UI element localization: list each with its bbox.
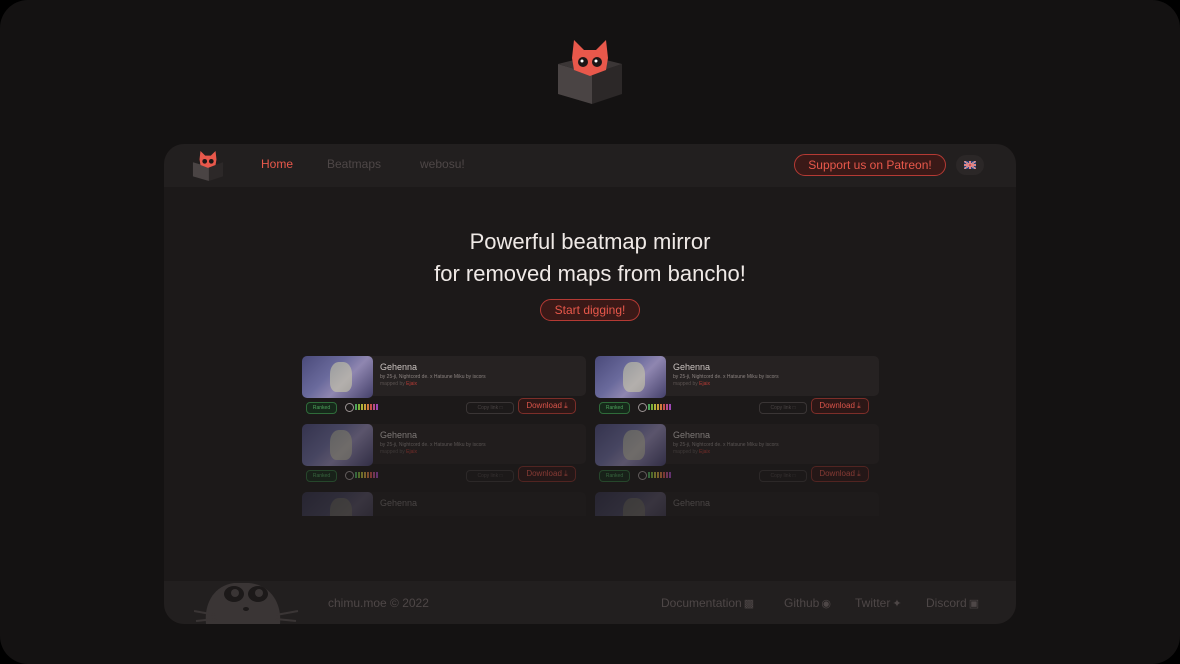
beatmap-title: Gehenna xyxy=(673,498,711,508)
nav-beatmaps[interactable]: Beatmaps xyxy=(327,157,381,171)
beatmap-mapper-line: mapped by Ejaix xyxy=(673,381,710,387)
beatmap-title: Gehenna xyxy=(673,430,711,440)
beatmap-mapper-line: mapped by Ejaix xyxy=(673,449,710,455)
beatmap-title: Gehenna xyxy=(380,362,418,372)
document-icon: ▩ xyxy=(743,598,755,610)
language-button[interactable] xyxy=(956,155,984,175)
beatmap-thumbnail xyxy=(595,356,666,398)
osu-mode-icon xyxy=(345,403,354,412)
difficulty-dots xyxy=(355,472,379,478)
beatmap-card[interactable]: Gehenna by 25-ji, Nightcord de. x Hatsun… xyxy=(595,424,879,482)
copyright-text: chimu.moe © 2022 xyxy=(328,596,429,610)
footer-github-link[interactable]: Github ◉ xyxy=(784,596,831,610)
status-badge: Ranked xyxy=(599,402,630,414)
difficulty-dots xyxy=(648,404,672,410)
twitter-icon: ✦ xyxy=(892,598,902,610)
app-window: Home Beatmaps webosu! Support us on Patr… xyxy=(164,144,1016,624)
cat-mascot-icon xyxy=(194,583,299,624)
cat-box-logo xyxy=(558,40,622,104)
beatmap-thumbnail xyxy=(302,356,373,398)
beatmap-mapper[interactable]: Ejaix xyxy=(406,381,417,387)
start-digging-button[interactable]: Start digging! xyxy=(540,299,640,321)
copy-link-button[interactable]: Copy link □ xyxy=(759,470,807,482)
status-badge: Ranked xyxy=(599,470,630,482)
difficulty-dots xyxy=(355,404,379,410)
footer-discord-link[interactable]: Discord ▣ xyxy=(926,596,979,610)
beatmap-thumbnail xyxy=(595,492,666,516)
download-icon: ⤓ xyxy=(564,469,568,478)
beatmap-mapper-line: mapped by Ejaix xyxy=(380,381,417,387)
download-icon: ⤓ xyxy=(564,401,568,410)
copy-link-button[interactable]: Copy link □ xyxy=(466,470,514,482)
hero-headline: Powerful beatmap mirror for removed maps… xyxy=(164,226,1016,290)
patreon-button[interactable]: Support us on Patreon! xyxy=(794,154,946,176)
beatmap-card[interactable]: Gehenna xyxy=(302,492,586,516)
download-icon: ⤓ xyxy=(857,401,861,410)
osu-mode-icon xyxy=(345,471,354,480)
beatmap-artist: by 25-ji, Nightcord de. x Hatsune Miku b… xyxy=(380,374,486,380)
status-badge: Ranked xyxy=(306,402,337,414)
nav-webosu[interactable]: webosu! xyxy=(420,157,465,171)
github-icon: ◉ xyxy=(821,598,831,610)
beatmap-artist: by 25-ji, Nightcord de. x Hatsune Miku b… xyxy=(673,442,779,448)
copy-link-button[interactable]: Copy link □ xyxy=(466,402,514,414)
footer-documentation-link[interactable]: Documentation ▩ xyxy=(661,596,754,610)
beatmap-title: Gehenna xyxy=(673,362,711,372)
navbar: Home Beatmaps webosu! Support us on Patr… xyxy=(164,144,1016,187)
discord-icon: ▣ xyxy=(968,598,980,610)
copy-icon: □ xyxy=(499,405,503,411)
footer-twitter-link[interactable]: Twitter ✦ xyxy=(855,596,902,610)
beatmap-card[interactable]: Gehenna xyxy=(595,492,879,516)
osu-mode-icon xyxy=(638,403,647,412)
uk-flag-icon xyxy=(964,161,976,169)
difficulty-dots xyxy=(648,472,672,478)
beatmap-mapper[interactable]: Ejaix xyxy=(406,449,417,455)
beatmap-card[interactable]: Gehenna by 25-ji, Nightcord de. x Hatsun… xyxy=(302,424,586,482)
nav-logo[interactable] xyxy=(192,150,224,182)
beatmap-mapper-line: mapped by Ejaix xyxy=(380,449,417,455)
footer: chimu.moe © 2022 Documentation ▩ Github ◉ … xyxy=(164,581,1016,624)
beatmap-mapper[interactable]: Ejaix xyxy=(699,449,710,455)
copy-icon: □ xyxy=(499,473,503,479)
beatmap-thumbnail xyxy=(302,424,373,466)
download-button[interactable]: Download ⤓ xyxy=(811,398,869,414)
download-button[interactable]: Download ⤓ xyxy=(811,466,869,482)
beatmap-card[interactable]: Gehenna by 25-ji, Nightcord de. x Hatsun… xyxy=(595,356,879,414)
copy-icon: □ xyxy=(792,405,796,411)
nav-home[interactable]: Home xyxy=(261,157,293,171)
copy-link-button[interactable]: Copy link □ xyxy=(759,402,807,414)
download-button[interactable]: Download ⤓ xyxy=(518,398,576,414)
beatmap-card[interactable]: Gehenna by 25-ji, Nightcord de. x Hatsun… xyxy=(302,356,586,414)
beatmap-artist: by 25-ji, Nightcord de. x Hatsune Miku b… xyxy=(380,442,486,448)
hero-line-2: for removed maps from bancho! xyxy=(434,261,746,286)
beatmap-artist: by 25-ji, Nightcord de. x Hatsune Miku b… xyxy=(673,374,779,380)
beatmap-preview-grid: Gehenna by 25-ji, Nightcord de. x Hatsun… xyxy=(302,356,880,516)
beatmap-thumbnail xyxy=(595,424,666,466)
beatmap-title: Gehenna xyxy=(380,430,418,440)
download-button[interactable]: Download ⤓ xyxy=(518,466,576,482)
download-icon: ⤓ xyxy=(857,469,861,478)
osu-mode-icon xyxy=(638,471,647,480)
copy-icon: □ xyxy=(792,473,796,479)
page-frame: Home Beatmaps webosu! Support us on Patr… xyxy=(0,0,1180,664)
beatmap-thumbnail xyxy=(302,492,373,516)
beatmap-mapper[interactable]: Ejaix xyxy=(699,381,710,387)
status-badge: Ranked xyxy=(306,470,337,482)
hero-line-1: Powerful beatmap mirror xyxy=(469,229,711,254)
beatmap-title: Gehenna xyxy=(380,498,418,508)
